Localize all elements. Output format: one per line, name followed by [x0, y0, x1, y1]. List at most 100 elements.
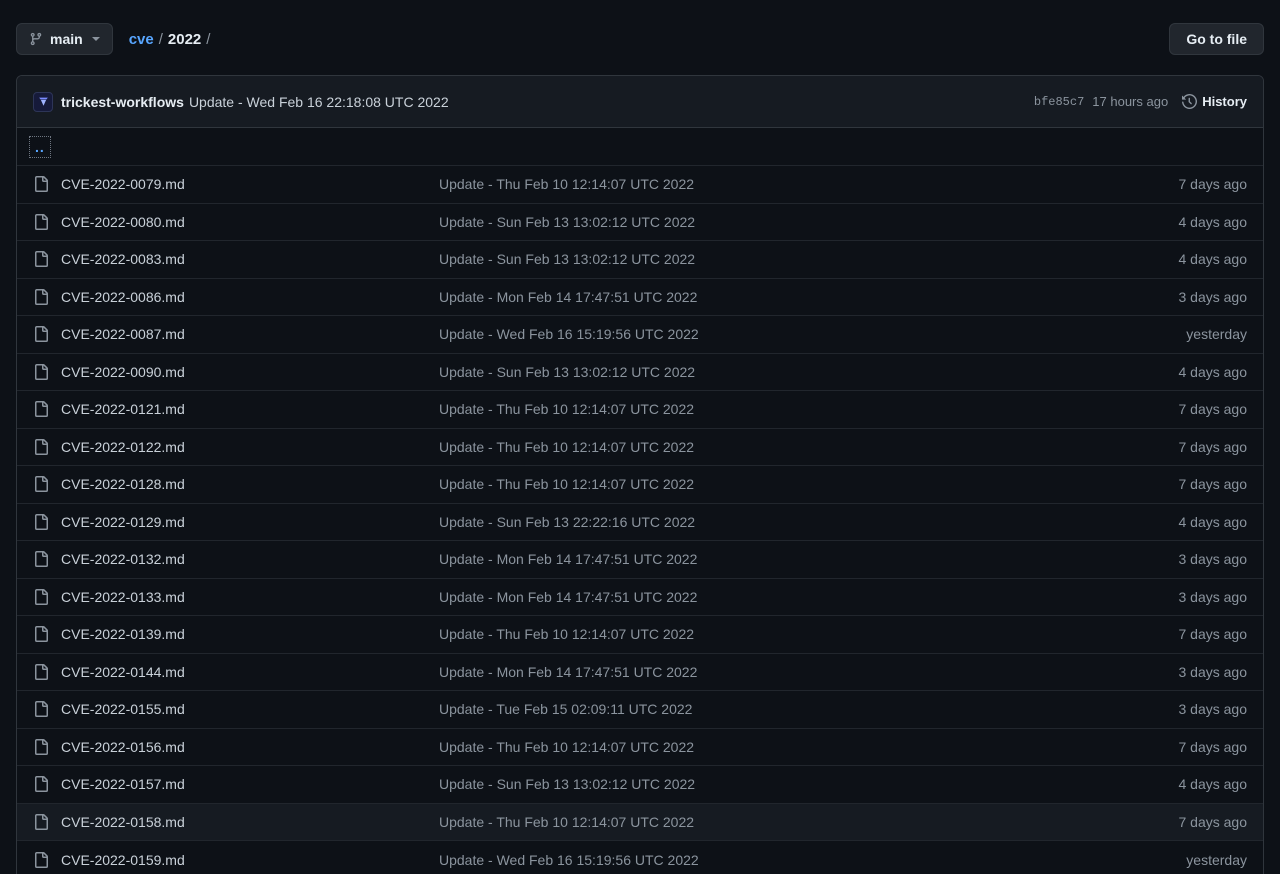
commit-message-cell[interactable]: Update - Thu Feb 10 12:14:07 UTC 2022 [439, 401, 1087, 417]
commit-author-link[interactable]: trickest-workflows [61, 94, 184, 110]
history-label: History [1202, 94, 1247, 109]
commit-meta: bfe85c7 17 hours ago History [1018, 94, 1247, 109]
file-listing-container: trickest-workflows Update - Wed Feb 16 2… [16, 75, 1264, 874]
commit-message-cell[interactable]: Update - Sun Feb 13 13:02:12 UTC 2022 [439, 776, 1087, 792]
table-row[interactable]: CVE-2022-0139.md Update - Thu Feb 10 12:1… [17, 616, 1263, 654]
file-name-link[interactable]: CVE-2022-0122.md [61, 439, 185, 455]
file-name-link[interactable]: CVE-2022-0159.md [61, 852, 185, 868]
file-name-link[interactable]: CVE-2022-0090.md [61, 364, 185, 380]
file-name-link[interactable]: CVE-2022-0079.md [61, 176, 185, 192]
commit-message-cell[interactable]: Update - Thu Feb 10 12:14:07 UTC 2022 [439, 626, 1087, 642]
commit-age-cell: 3 days ago [1087, 551, 1247, 567]
table-row[interactable]: CVE-2022-0083.md Update - Sun Feb 13 13:0… [17, 241, 1263, 279]
table-row[interactable]: CVE-2022-0144.md Update - Mon Feb 14 17:4… [17, 654, 1263, 692]
table-row[interactable]: CVE-2022-0159.md Update - Wed Feb 16 15:1… [17, 841, 1263, 874]
table-row[interactable]: CVE-2022-0155.md Update - Tue Feb 15 02:0… [17, 691, 1263, 729]
breadcrumb: cve / 2022 / [129, 31, 216, 48]
commit-message-cell[interactable]: Update - Wed Feb 16 15:19:56 UTC 2022 [439, 326, 1087, 342]
breadcrumb-item-cve[interactable]: cve [129, 31, 154, 48]
table-row[interactable]: CVE-2022-0080.md Update - Sun Feb 13 13:0… [17, 204, 1263, 242]
commit-message-cell[interactable]: Update - Thu Feb 10 12:14:07 UTC 2022 [439, 814, 1087, 830]
commit-age-cell: 3 days ago [1087, 289, 1247, 305]
table-row[interactable]: CVE-2022-0157.md Update - Sun Feb 13 13:0… [17, 766, 1263, 804]
commit-message-cell[interactable]: Update - Mon Feb 14 17:47:51 UTC 2022 [439, 551, 1087, 567]
commit-message-cell[interactable]: Update - Thu Feb 10 12:14:07 UTC 2022 [439, 476, 1087, 492]
file-icon [33, 364, 61, 380]
parent-directory-link[interactable]: .. [33, 140, 47, 154]
parent-directory-row[interactable]: .. [17, 128, 1263, 166]
file-name-cell: CVE-2022-0132.md [61, 551, 439, 567]
breadcrumb-separator-2: / [201, 31, 215, 48]
file-icon [33, 739, 61, 755]
file-name-link[interactable]: CVE-2022-0080.md [61, 214, 185, 230]
commit-age-cell: 4 days ago [1087, 364, 1247, 380]
table-row[interactable]: CVE-2022-0129.md Update - Sun Feb 13 22:2… [17, 504, 1263, 542]
table-row[interactable]: CVE-2022-0079.md Update - Thu Feb 10 12:1… [17, 166, 1263, 204]
chevron-down-icon [92, 37, 100, 41]
file-icon [33, 852, 61, 868]
commit-sha-link[interactable]: bfe85c7 [1034, 95, 1084, 109]
file-name-cell: CVE-2022-0090.md [61, 364, 439, 380]
history-link[interactable]: History [1182, 94, 1247, 109]
file-name-link[interactable]: CVE-2022-0139.md [61, 626, 185, 642]
table-row[interactable]: CVE-2022-0128.md Update - Thu Feb 10 12:1… [17, 466, 1263, 504]
file-name-cell: CVE-2022-0086.md [61, 289, 439, 305]
commit-age-cell: 7 days ago [1087, 626, 1247, 642]
file-icon [33, 289, 61, 305]
commit-message-cell[interactable]: Update - Thu Feb 10 12:14:07 UTC 2022 [439, 176, 1087, 192]
commit-message-cell[interactable]: Update - Mon Feb 14 17:47:51 UTC 2022 [439, 664, 1087, 680]
file-name-cell: CVE-2022-0157.md [61, 776, 439, 792]
commit-age-cell: 3 days ago [1087, 664, 1247, 680]
file-name-link[interactable]: CVE-2022-0132.md [61, 551, 185, 567]
file-icon [33, 476, 61, 492]
commit-message-link[interactable]: Update - Wed Feb 16 22:18:08 UTC 2022 [189, 94, 449, 110]
file-icon [33, 551, 61, 567]
table-row[interactable]: CVE-2022-0132.md Update - Mon Feb 14 17:4… [17, 541, 1263, 579]
go-to-file-button[interactable]: Go to file [1169, 23, 1264, 55]
file-name-link[interactable]: CVE-2022-0083.md [61, 251, 185, 267]
file-name-link[interactable]: CVE-2022-0157.md [61, 776, 185, 792]
commit-message-cell[interactable]: Update - Thu Feb 10 12:14:07 UTC 2022 [439, 739, 1087, 755]
file-name-cell: CVE-2022-0129.md [61, 514, 439, 530]
commit-message-cell[interactable]: Update - Sun Feb 13 13:02:12 UTC 2022 [439, 364, 1087, 380]
file-name-link[interactable]: CVE-2022-0144.md [61, 664, 185, 680]
file-icon [33, 214, 61, 230]
table-row[interactable]: CVE-2022-0086.md Update - Mon Feb 14 17:4… [17, 279, 1263, 317]
table-row[interactable]: CVE-2022-0158.md Update - Thu Feb 10 12:1… [17, 804, 1263, 842]
file-name-link[interactable]: CVE-2022-0128.md [61, 476, 185, 492]
file-name-link[interactable]: CVE-2022-0087.md [61, 326, 185, 342]
file-name-link[interactable]: CVE-2022-0086.md [61, 289, 185, 305]
commit-age-cell: 4 days ago [1087, 776, 1247, 792]
commit-age-cell: 4 days ago [1087, 514, 1247, 530]
table-row[interactable]: CVE-2022-0087.md Update - Wed Feb 16 15:1… [17, 316, 1263, 354]
table-row[interactable]: CVE-2022-0133.md Update - Mon Feb 14 17:4… [17, 579, 1263, 617]
commit-message-cell[interactable]: Update - Sun Feb 13 22:22:16 UTC 2022 [439, 514, 1087, 530]
file-name-link[interactable]: CVE-2022-0121.md [61, 401, 185, 417]
file-name-cell: CVE-2022-0155.md [61, 701, 439, 717]
file-name-cell: CVE-2022-0159.md [61, 852, 439, 868]
file-rows: CVE-2022-0079.md Update - Thu Feb 10 12:1… [17, 166, 1263, 874]
table-row[interactable]: CVE-2022-0156.md Update - Thu Feb 10 12:1… [17, 729, 1263, 767]
author-avatar[interactable] [33, 92, 53, 112]
commit-message-cell[interactable]: Update - Mon Feb 14 17:47:51 UTC 2022 [439, 289, 1087, 305]
file-icon [33, 814, 61, 830]
table-row[interactable]: CVE-2022-0122.md Update - Thu Feb 10 12:1… [17, 429, 1263, 467]
file-icon [33, 176, 61, 192]
commit-age-cell: yesterday [1087, 326, 1247, 342]
commit-message-cell[interactable]: Update - Sun Feb 13 13:02:12 UTC 2022 [439, 251, 1087, 267]
table-row[interactable]: CVE-2022-0090.md Update - Sun Feb 13 13:0… [17, 354, 1263, 392]
commit-message-cell[interactable]: Update - Tue Feb 15 02:09:11 UTC 2022 [439, 701, 1087, 717]
file-name-link[interactable]: CVE-2022-0158.md [61, 814, 185, 830]
commit-message-cell[interactable]: Update - Wed Feb 16 15:19:56 UTC 2022 [439, 852, 1087, 868]
branch-selector-button[interactable]: main [16, 23, 113, 55]
file-name-cell: CVE-2022-0079.md [61, 176, 439, 192]
commit-message-cell[interactable]: Update - Sun Feb 13 13:02:12 UTC 2022 [439, 214, 1087, 230]
file-name-link[interactable]: CVE-2022-0156.md [61, 739, 185, 755]
file-icon [33, 701, 61, 717]
commit-message-cell[interactable]: Update - Mon Feb 14 17:47:51 UTC 2022 [439, 589, 1087, 605]
file-name-link[interactable]: CVE-2022-0155.md [61, 701, 185, 717]
commit-message-cell[interactable]: Update - Thu Feb 10 12:14:07 UTC 2022 [439, 439, 1087, 455]
file-name-link[interactable]: CVE-2022-0133.md [61, 589, 185, 605]
table-row[interactable]: CVE-2022-0121.md Update - Thu Feb 10 12:1… [17, 391, 1263, 429]
file-name-link[interactable]: CVE-2022-0129.md [61, 514, 185, 530]
